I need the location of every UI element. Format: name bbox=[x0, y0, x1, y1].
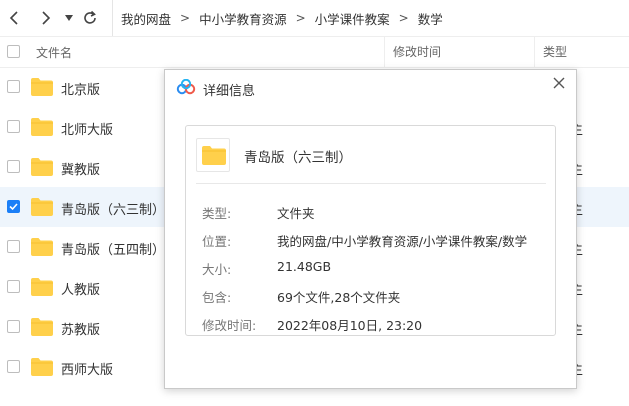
column-header-modified[interactable]: 修改时间 bbox=[384, 37, 441, 67]
close-icon[interactable] bbox=[550, 74, 568, 92]
row-checkbox[interactable] bbox=[7, 80, 20, 93]
file-name[interactable]: 冀教版 bbox=[61, 159, 100, 178]
info-value-location[interactable]: 我的网盘/中小学教育资源/小学课件教案/数学 bbox=[277, 231, 527, 250]
folder-icon bbox=[31, 158, 53, 180]
row-checkbox[interactable] bbox=[7, 200, 20, 213]
breadcrumb-separator: > bbox=[398, 11, 409, 25]
folder-icon bbox=[31, 198, 53, 220]
column-header-name[interactable]: 文件名 bbox=[36, 44, 72, 61]
baidu-cloud-logo-icon bbox=[176, 78, 196, 99]
folder-icon bbox=[31, 118, 53, 140]
breadcrumb-item[interactable]: 小学课件教案 bbox=[315, 9, 390, 28]
info-label-location: 位置: bbox=[202, 234, 232, 249]
info-value-contents: 69个文件,28个文件夹 bbox=[277, 290, 401, 305]
row-checkbox[interactable] bbox=[7, 160, 20, 173]
file-name[interactable]: 青岛版（六三制） bbox=[61, 199, 165, 218]
row-checkbox[interactable] bbox=[7, 280, 20, 293]
folder-icon bbox=[31, 78, 53, 100]
info-value-size: 21.48GB bbox=[277, 259, 332, 274]
file-list-header: 文件名 修改时间 类型 bbox=[0, 36, 629, 68]
folder-name: 青岛版（六三制） bbox=[244, 150, 352, 166]
folder-icon bbox=[31, 278, 53, 300]
row-checkbox[interactable] bbox=[7, 360, 20, 373]
breadcrumb-item-current[interactable]: 数学 bbox=[418, 9, 443, 28]
divider bbox=[196, 183, 546, 184]
back-icon[interactable] bbox=[5, 8, 25, 28]
breadcrumb-item[interactable]: 中小学教育资源 bbox=[199, 9, 287, 28]
info-label-type: 类型: bbox=[202, 206, 232, 221]
column-header-type[interactable]: 类型 bbox=[534, 37, 567, 67]
forward-icon[interactable] bbox=[35, 8, 55, 28]
dialog-title: 详细信息 bbox=[203, 84, 256, 99]
folder-icon bbox=[31, 358, 53, 380]
row-checkbox[interactable] bbox=[7, 320, 20, 333]
info-label-size: 大小: bbox=[202, 262, 232, 277]
folder-icon bbox=[196, 138, 230, 172]
info-value-type: 文件夹 bbox=[277, 206, 315, 221]
row-checkbox[interactable] bbox=[7, 120, 20, 133]
file-name[interactable]: 北师大版 bbox=[61, 119, 113, 138]
breadcrumb-separator: > bbox=[180, 11, 191, 25]
folder-icon bbox=[31, 238, 53, 260]
select-all-checkbox[interactable] bbox=[7, 45, 20, 58]
info-label-modified: 修改时间: bbox=[202, 318, 257, 333]
row-checkbox[interactable] bbox=[7, 240, 20, 253]
breadcrumb: 我的网盘 > 中小学教育资源 > 小学课件教案 > 数学 bbox=[112, 0, 443, 36]
file-name[interactable]: 北京版 bbox=[61, 79, 100, 98]
info-label-contents: 包含: bbox=[202, 290, 232, 305]
refresh-icon[interactable] bbox=[80, 8, 100, 28]
breadcrumb-item[interactable]: 我的网盘 bbox=[121, 9, 171, 28]
file-name[interactable]: 苏教版 bbox=[61, 319, 100, 338]
details-dialog: 详细信息 青岛版（六三制） 类型: 文件夹 位置: 我的网盘/中小学教育资源/小… bbox=[164, 69, 577, 389]
details-card: 青岛版（六三制） 类型: 文件夹 位置: 我的网盘/中小学教育资源/小学课件教案… bbox=[185, 125, 556, 336]
file-name[interactable]: 西师大版 bbox=[61, 359, 113, 378]
file-name[interactable]: 青岛版（五四制） bbox=[61, 239, 165, 258]
history-caret-down-icon[interactable] bbox=[59, 8, 79, 28]
info-value-modified: 2022年08月10日, 23:20 bbox=[277, 318, 423, 333]
navigation-bar: 我的网盘 > 中小学教育资源 > 小学课件教案 > 数学 bbox=[0, 0, 629, 36]
file-name[interactable]: 人教版 bbox=[61, 279, 100, 298]
folder-icon bbox=[31, 318, 53, 340]
breadcrumb-separator: > bbox=[295, 11, 306, 25]
